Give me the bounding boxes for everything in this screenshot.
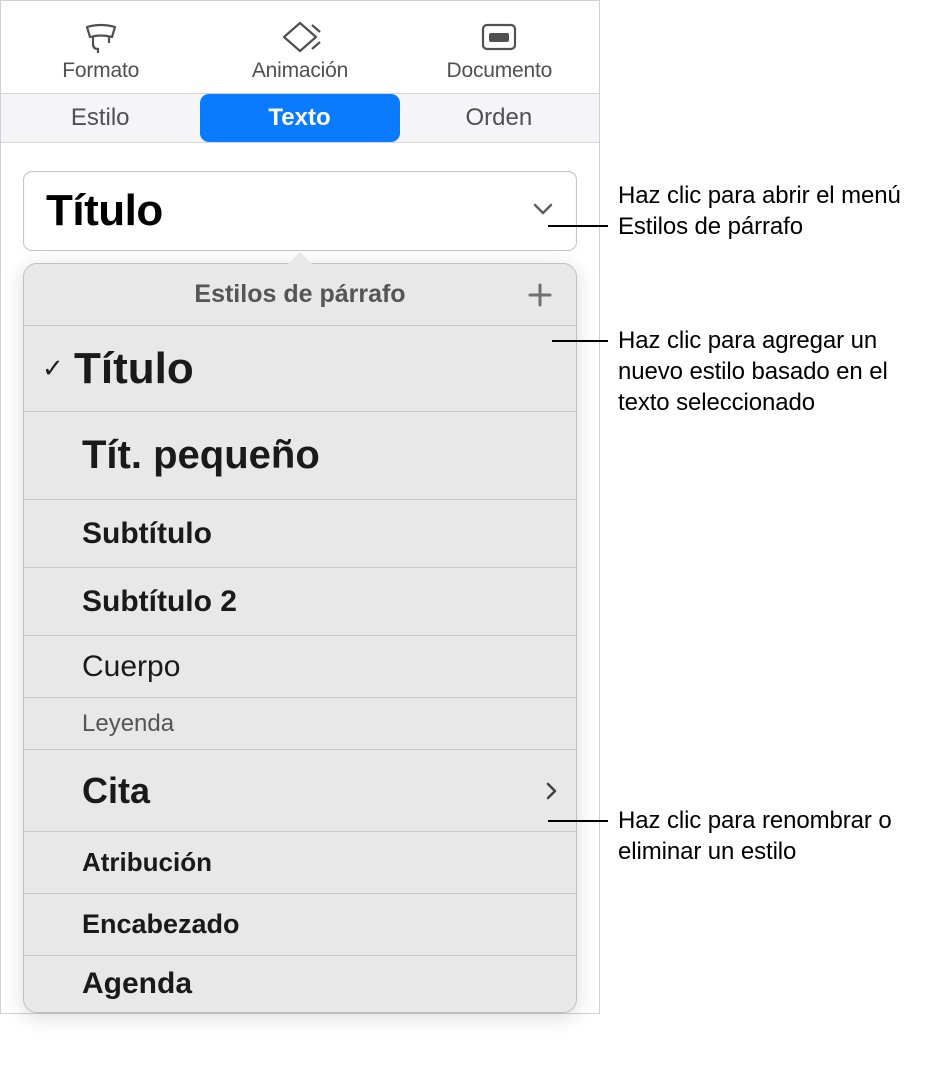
callout-open-menu: Haz clic para abrir el menú Estilos de p… [618,180,938,242]
tab-style[interactable]: Estilo [1,94,200,142]
style-item-label: Leyenda [42,710,558,738]
presentation-icon [475,19,523,55]
add-style-button[interactable] [526,281,554,309]
style-item-tit-pequeno[interactable]: Tít. pequeño [24,412,576,500]
diamond-icon [276,19,324,55]
style-item-label: Encabezado [42,909,558,940]
current-style-name: Título [46,186,163,236]
callout-line [548,225,608,227]
style-item-cuerpo[interactable]: Cuerpo [24,636,576,698]
format-toolbar-button[interactable]: Formato [1,19,200,83]
callout-line [552,340,608,342]
format-label: Formato [62,59,139,83]
paragraph-style-selector[interactable]: Título [23,171,577,251]
style-item-cita[interactable]: Cita [24,750,576,832]
popover-header: Estilos de párrafo [24,264,576,326]
style-item-encabezado[interactable]: Encabezado [24,894,576,956]
style-item-label: Agenda [42,967,558,1001]
tab-text[interactable]: Texto [200,94,399,142]
inspector-tabs: Estilo Texto Orden [1,94,599,143]
style-item-label: Cita [42,770,540,812]
tab-order[interactable]: Orden [400,94,599,142]
style-item-leyenda[interactable]: Leyenda [24,698,576,750]
style-item-subtitulo[interactable]: Subtítulo [24,500,576,568]
checkmark-icon: ✓ [42,353,74,384]
style-item-subtitulo-2[interactable]: Subtítulo 2 [24,568,576,636]
style-item-label: Tít. pequeño [42,433,558,478]
document-toolbar-button[interactable]: Documento [400,19,599,83]
callout-line [548,820,608,822]
format-inspector-panel: Formato Animación Documento Est [0,0,600,1014]
style-item-label: Subtítulo 2 [42,585,558,619]
animation-toolbar-button[interactable]: Animación [200,19,399,83]
style-item-atribucion[interactable]: Atribución [24,832,576,894]
callout-rename-delete: Haz clic para renombrar o eliminar un es… [618,805,938,867]
styles-list: ✓ Título Tít. pequeño Subtítulo Subtítul… [24,326,576,1012]
style-item-label: Subtítulo [42,517,558,551]
popover-title: Estilos de párrafo [194,280,405,309]
style-item-titulo[interactable]: ✓ Título [24,326,576,412]
style-item-label: Cuerpo [42,650,558,684]
style-item-label: Atribución [42,847,558,878]
style-item-agenda[interactable]: Agenda [24,956,576,1012]
style-item-label: Título [74,344,558,394]
paragraph-styles-popover: Estilos de párrafo ✓ Título Tít. pequeño… [23,263,577,1013]
chevron-right-icon[interactable] [540,782,558,800]
plus-icon [527,282,553,308]
callout-add-style: Haz clic para agregar un nuevo estilo ba… [618,325,938,419]
chevron-down-icon [532,201,554,222]
paintbrush-icon [77,19,125,55]
document-label: Documento [447,59,553,83]
animation-label: Animación [252,59,348,83]
main-toolbar: Formato Animación Documento [1,1,599,94]
